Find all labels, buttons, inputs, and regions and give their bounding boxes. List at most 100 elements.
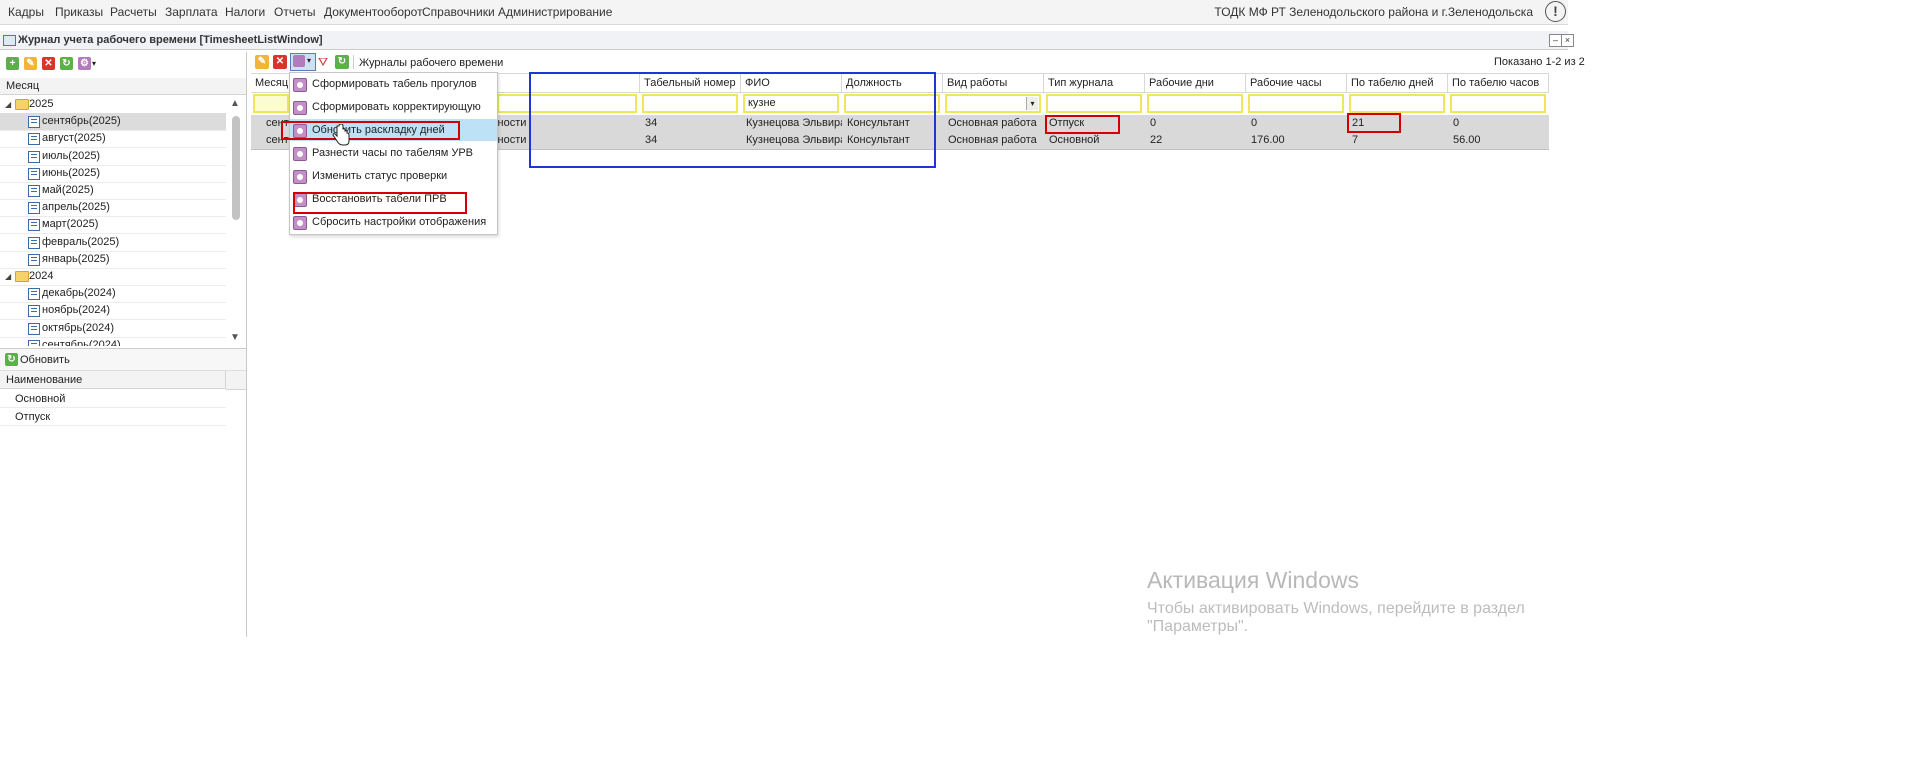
header-work-days[interactable]: Рабочие дни (1145, 74, 1246, 93)
menu-dokumentooborot[interactable]: Документооборот (324, 5, 423, 19)
delete-icon[interactable]: ✕ (42, 57, 55, 70)
calendar-icon (28, 219, 40, 232)
alert-icon[interactable]: ! (1545, 1, 1566, 22)
expand-icon[interactable]: ◢ (5, 100, 11, 109)
header-work-type[interactable]: Вид работы (943, 74, 1044, 93)
gear-icon (293, 101, 307, 115)
clear-filter-icon[interactable]: ⛛ (318, 55, 328, 70)
header-timesheet-days[interactable]: По табелю дней (1347, 74, 1448, 93)
tree-scrollbar[interactable]: ▲ ▼ (230, 98, 242, 343)
menu-nalogi[interactable]: Налоги (225, 5, 265, 19)
tree-year-node[interactable]: ◢ 2024 (0, 268, 226, 286)
tree-year-node[interactable]: ◢ 2025 (0, 96, 226, 114)
header-timesheet-hours[interactable]: По табелю часов (1448, 74, 1549, 93)
tree-node-label: сентябрь(2025) (42, 115, 121, 128)
actions-dropdown-button[interactable]: ▾ (290, 53, 316, 71)
edit-icon[interactable]: ✎ (255, 55, 269, 69)
menu-item-change-status[interactable]: Изменить статус проверки (290, 165, 497, 187)
window-title: Журнал учета рабочего времени [Timesheet… (18, 34, 323, 46)
tree-month-node[interactable]: февраль(2025) (0, 234, 226, 252)
filter-work-hours[interactable] (1248, 94, 1344, 113)
menu-item-form-absence[interactable]: Сформировать табель прогулов (290, 73, 497, 95)
menu-item-reset-view[interactable]: Сбросить настройки отображения (290, 211, 497, 233)
cell-work-hours: 0 (1251, 117, 1258, 129)
menu-prikazy[interactable]: Приказы (55, 5, 103, 19)
menu-item-form-correction[interactable]: Сформировать корректирующую запись (290, 96, 497, 135)
menu-administrirovanie[interactable]: Администрирование (498, 5, 612, 19)
calendar-icon (28, 202, 40, 215)
chevron-down-icon[interactable]: ▾ (92, 59, 96, 68)
journal-type-row[interactable]: Отпуск (0, 408, 226, 426)
close-window-button[interactable]: × (1561, 34, 1574, 47)
menu-raschety[interactable]: Расчеты (110, 5, 157, 19)
menu-item-distribute-hours[interactable]: Разнести часы по табелям УРВ (290, 142, 497, 164)
tree-month-node[interactable]: декабрь(2024) (0, 285, 226, 304)
cell-work-type: Основная работа (948, 117, 1037, 129)
tree-node-label: август(2025) (42, 132, 106, 145)
filter-month[interactable] (253, 94, 289, 113)
tree-node-label: октябрь(2024) (42, 321, 114, 334)
cell-timesheet-hours: 56.00 (1453, 134, 1481, 146)
header-month[interactable]: Месяц (251, 74, 290, 93)
tree-node-label: апрель(2025) (42, 201, 110, 214)
filter-work-days[interactable] (1147, 94, 1243, 113)
menu-otchety[interactable]: Отчеты (274, 5, 315, 19)
journal-type-label: Отпуск (15, 411, 51, 423)
tree-node-label: январь(2025) (42, 252, 110, 265)
tree-month-node[interactable]: ноябрь(2024) (0, 302, 226, 321)
calendar-icon (28, 322, 40, 335)
chevron-down-icon[interactable]: ▾ (1026, 97, 1038, 110)
filter-timesheet-days[interactable] (1349, 94, 1445, 113)
tree-month-node[interactable]: март(2025) (0, 216, 226, 235)
tree-month-node[interactable]: январь(2025) (0, 251, 226, 269)
filter-journal-type[interactable] (1046, 94, 1142, 113)
chevron-down-icon: ▾ (307, 56, 312, 65)
calendar-icon (28, 133, 40, 146)
calendar-icon (28, 116, 40, 129)
tree-month-node[interactable]: октябрь(2024) (0, 320, 226, 338)
filter-work-type[interactable]: ▾ (945, 94, 1041, 113)
actions-menu-icon[interactable]: ⚙ (78, 57, 91, 70)
menu-spravochniki[interactable]: Справочники (422, 5, 495, 19)
menu-zarplata[interactable]: Зарплата (165, 5, 218, 19)
name-column-header[interactable]: Наименование (0, 371, 226, 389)
menu-kadry[interactable]: Кадры (8, 5, 44, 19)
tree-node-label: июнь(2025) (42, 166, 100, 179)
scroll-thumb[interactable] (232, 116, 240, 220)
cell-timesheet-hours: 0 (1453, 117, 1460, 129)
calendar-icon (28, 185, 40, 197)
tree-node-label: март(2025) (42, 218, 99, 231)
tree-month-node[interactable]: июнь(2025) (0, 165, 226, 183)
header-work-hours[interactable]: Рабочие часы (1246, 74, 1347, 93)
expand-icon[interactable]: ◢ (5, 272, 11, 281)
refresh-icon[interactable]: ↻ (335, 55, 349, 69)
calendar-icon (28, 253, 40, 266)
journal-type-row[interactable]: Основной (0, 390, 226, 408)
journals-title: Журналы рабочего времени (359, 57, 504, 69)
refresh-icon[interactable]: ↻ (60, 57, 73, 70)
refresh-button[interactable]: Обновить (20, 354, 70, 366)
filter-timesheet-hours[interactable] (1450, 94, 1546, 113)
tree-month-node[interactable]: сентябрь(2025) (0, 113, 226, 132)
tree-month-node[interactable]: май(2025) (0, 182, 226, 200)
header-journal-type[interactable]: Тип журнала (1044, 74, 1145, 93)
cell-work-days: 0 (1150, 117, 1157, 129)
edit-icon[interactable]: ✎ (24, 57, 37, 70)
scroll-up-icon[interactable]: ▲ (230, 98, 240, 109)
folder-icon (15, 99, 29, 110)
tree-node-label: июль(2025) (42, 149, 101, 162)
refresh-icon[interactable]: ↻ (5, 353, 18, 366)
activation-watermark-text: Чтобы активировать Windows, перейдите в … (1147, 600, 1525, 635)
add-icon[interactable]: + (6, 57, 19, 70)
window-icon (3, 35, 16, 46)
window-titlebar: Журнал учета рабочего времени [Timesheet… (0, 31, 1574, 50)
tree-month-node[interactable]: апрель(2025) (0, 199, 226, 218)
tree-month-node[interactable]: июль(2025) (0, 148, 226, 166)
month-column-header[interactable]: Месяц (0, 78, 246, 95)
delete-icon[interactable]: ✕ (273, 55, 287, 69)
tree-month-node[interactable]: август(2025) (0, 130, 226, 149)
main-menubar: Кадры Приказы Расчеты Зарплата Налоги От… (0, 0, 1568, 25)
scroll-down-icon[interactable]: ▼ (230, 332, 240, 343)
tree-month-node[interactable]: сентябрь(2024) (0, 337, 226, 346)
records-shown: Показано 1-2 из 2 (1494, 56, 1585, 68)
